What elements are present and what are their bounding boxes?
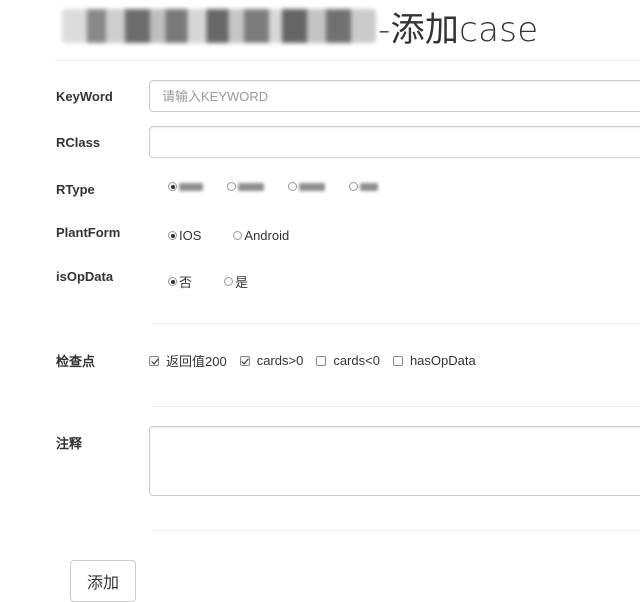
radio-yes[interactable]: [224, 277, 234, 286]
page-title: -添加case: [62, 4, 539, 50]
page-title-suffix: -添加case: [378, 9, 539, 50]
redacted-label: [179, 182, 203, 191]
comment-label: 注释: [56, 436, 83, 451]
rclass-label: RClass: [56, 135, 101, 150]
isopdata-option-no[interactable]: 否: [168, 272, 192, 291]
radio-ios-label: IOS: [179, 228, 202, 243]
checkbox-status200-label: 返回值200: [166, 354, 227, 369]
plantform-label: PlantForm: [56, 225, 121, 240]
checkpoints-group: 返回值200 cards>0 cards<0 hasOpData: [149, 351, 489, 370]
divider: [152, 406, 640, 407]
checkbox-hasopdata-label: hasOpData: [409, 353, 476, 368]
checkbox-cards-lt0[interactable]: [316, 355, 327, 366]
redacted-title-text: [62, 9, 376, 43]
rtype-option-3[interactable]: [288, 182, 325, 191]
checkpoint-cards-lt0[interactable]: cards<0: [316, 353, 380, 368]
radio-ios[interactable]: [168, 231, 177, 240]
divider: [152, 323, 640, 324]
plantform-radio-group: IOS Android: [168, 228, 321, 243]
rtype-radio-group: [168, 182, 378, 191]
radio-no[interactable]: [168, 277, 177, 286]
checkbox-cards-gt0[interactable]: [239, 355, 250, 366]
rtype-option-2[interactable]: [227, 182, 264, 191]
rclass-input[interactable]: [149, 126, 640, 158]
redacted-label: [238, 182, 264, 191]
checkbox-status200[interactable]: [149, 355, 159, 366]
checkpoint-cards-gt0[interactable]: cards>0: [239, 353, 304, 368]
redacted-label: [299, 182, 325, 191]
plantform-option-android[interactable]: Android: [233, 228, 289, 243]
rtype-radio-3[interactable]: [288, 182, 297, 191]
add-button[interactable]: 添加: [70, 560, 136, 602]
isopdata-radio-group: 否 是: [168, 272, 280, 291]
divider: [55, 60, 640, 61]
rtype-option-4[interactable]: [349, 182, 378, 191]
radio-yes-label: 是: [235, 275, 249, 290]
checkbox-cards-lt0-label: cards<0: [333, 353, 380, 368]
isopdata-label: isOpData: [56, 269, 114, 284]
rtype-radio-4[interactable]: [349, 182, 358, 191]
comment-textarea[interactable]: [149, 426, 640, 496]
divider: [152, 530, 640, 531]
rtype-option-1[interactable]: [168, 182, 203, 191]
checkpoint-hasopdata[interactable]: hasOpData: [392, 353, 476, 368]
redacted-label: [360, 182, 378, 191]
radio-android-label: Android: [244, 228, 290, 243]
checkpoints-label: 检查点: [56, 354, 96, 369]
radio-android[interactable]: [233, 231, 243, 240]
radio-no-label: 否: [179, 275, 193, 290]
checkbox-cards-gt0-label: cards>0: [256, 353, 304, 368]
checkbox-hasopdata[interactable]: [392, 355, 403, 366]
rtype-radio-2[interactable]: [227, 182, 236, 191]
plantform-option-ios[interactable]: IOS: [168, 228, 201, 243]
checkpoint-status200[interactable]: 返回值200: [149, 351, 227, 370]
rtype-label: RType: [56, 182, 95, 197]
keyword-input[interactable]: [149, 80, 640, 112]
rtype-radio-1[interactable]: [168, 182, 177, 191]
isopdata-option-yes[interactable]: 是: [224, 272, 248, 291]
keyword-label: KeyWord: [56, 89, 113, 104]
